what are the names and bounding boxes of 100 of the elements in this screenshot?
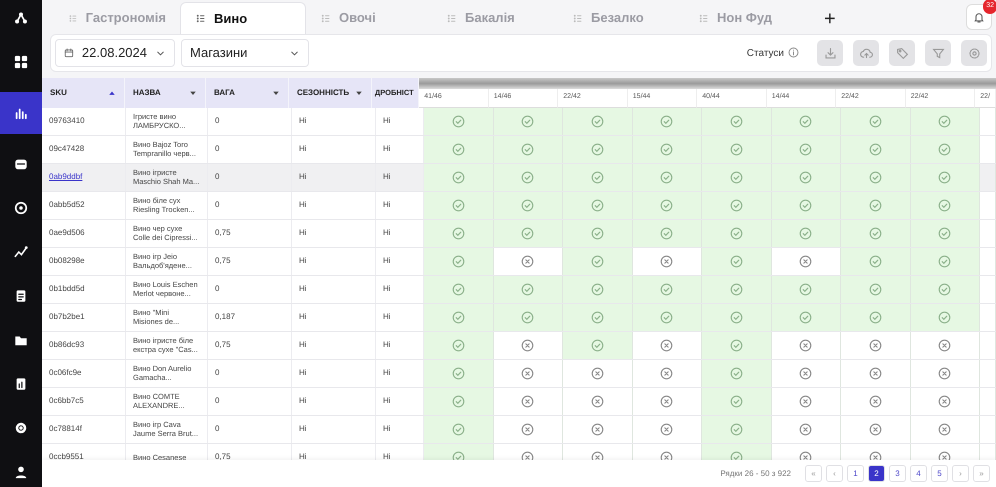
column-header[interactable]: НАЗВА <box>124 78 206 108</box>
check-circle-icon <box>799 198 812 212</box>
grip-icon <box>195 13 206 24</box>
page-button[interactable]: 4 <box>910 465 927 482</box>
check-circle-icon <box>521 310 534 324</box>
check-circle-icon <box>452 394 465 408</box>
table-cell: 0 <box>215 144 220 154</box>
column-header[interactable]: ВАГА <box>206 78 289 108</box>
grip-icon <box>68 12 78 24</box>
table-cell: 0 <box>215 368 220 378</box>
check-circle-icon <box>521 114 534 128</box>
stores-dropdown[interactable]: Магазини <box>181 39 309 67</box>
user-icon <box>14 465 28 479</box>
check-circle-icon <box>452 282 465 296</box>
cross-circle-icon <box>521 338 534 352</box>
document-icon <box>14 289 28 303</box>
check-circle-icon <box>730 198 743 212</box>
table-cell: 0 <box>215 200 220 210</box>
column-header[interactable]: SKU <box>42 78 125 108</box>
table-cell: Ні <box>299 144 307 154</box>
table-cell: Ні <box>383 340 391 350</box>
tag-button[interactable] <box>889 40 915 66</box>
add-tab-button[interactable]: + <box>814 4 846 34</box>
cross-circle-icon <box>660 394 674 408</box>
settings-icon <box>968 46 980 60</box>
cross-circle-icon <box>660 422 674 436</box>
settings-button[interactable] <box>961 40 987 66</box>
table-cell: 0 <box>215 424 220 434</box>
table-cell: 0,75 <box>215 452 231 460</box>
cross-circle-icon <box>938 366 952 380</box>
check-circle-icon <box>590 226 604 240</box>
check-circle-icon <box>730 254 743 268</box>
cross-circle-icon <box>521 254 534 268</box>
table-cell: 0 <box>215 396 220 406</box>
check-circle-icon <box>660 198 674 212</box>
filter-button[interactable] <box>925 40 951 66</box>
check-circle-icon <box>799 170 812 184</box>
check-circle-icon <box>868 282 882 296</box>
tag-icon <box>896 46 908 60</box>
table-cell: Ні <box>383 256 391 266</box>
table-cell: Ні <box>299 340 307 350</box>
sidebar-item[interactable] <box>0 92 42 134</box>
info-icon <box>788 47 799 58</box>
rows-summary: Рядки 26 - 50 з 922 <box>720 468 791 480</box>
column-header[interactable]: СЕЗОННІСТЬ <box>288 78 372 108</box>
caret-icon <box>272 88 280 97</box>
check-circle-icon <box>590 282 604 296</box>
check-circle-icon <box>590 198 604 212</box>
settings-icon <box>14 421 28 435</box>
check-circle-icon <box>521 226 534 240</box>
check-circle-icon <box>660 114 674 128</box>
cross-circle-icon <box>799 422 812 436</box>
check-circle-icon <box>799 114 812 128</box>
table-cell: Ні <box>299 424 307 434</box>
table-cell: 0b1bdd5d <box>49 284 85 294</box>
table-cell: 0ccb9551 <box>49 452 84 460</box>
page-button[interactable]: 1 <box>847 465 864 482</box>
report-icon <box>14 377 28 391</box>
table-cell: Ні <box>299 172 307 182</box>
upload-button[interactable] <box>853 40 879 66</box>
table-cell: Ні <box>383 228 391 238</box>
check-circle-icon <box>938 198 952 212</box>
page-button[interactable]: 3 <box>889 465 906 482</box>
table-cell: Ні <box>383 396 391 406</box>
cross-circle-icon <box>938 422 952 436</box>
cross-circle-icon <box>799 254 812 268</box>
check-circle-icon <box>938 114 952 128</box>
table-cell: Ні <box>299 312 307 322</box>
tab[interactable]: Вино <box>180 2 306 34</box>
table-cell: 09763410 <box>49 116 85 126</box>
check-circle-icon <box>730 114 743 128</box>
check-circle-icon <box>868 198 882 212</box>
check-circle-icon <box>799 282 812 296</box>
table-cell: 0c6bb7c5 <box>49 396 84 406</box>
check-circle-icon <box>452 366 465 380</box>
cross-circle-icon <box>868 394 882 408</box>
table-cell: 0c78814f <box>49 424 82 434</box>
page-button[interactable]: 5 <box>931 465 948 482</box>
page-button[interactable]: 2 <box>868 465 885 482</box>
cross-circle-icon <box>799 394 812 408</box>
table-cell: Ні <box>383 312 391 322</box>
check-circle-icon <box>868 226 882 240</box>
check-circle-icon <box>799 142 812 156</box>
table-cell: Ні <box>299 452 307 460</box>
sku-link[interactable]: 0ab9ddbf <box>49 172 82 182</box>
caret-icon <box>188 88 197 97</box>
cross-circle-icon <box>590 422 604 436</box>
table-cell: 0c06fc9e <box>49 368 82 378</box>
date-picker[interactable]: 22.08.2024 <box>55 39 175 67</box>
table-cell: Ні <box>299 200 307 210</box>
check-circle-icon <box>799 310 812 324</box>
table-cell: Ні <box>299 116 307 126</box>
check-circle-icon <box>452 226 465 240</box>
trend-icon <box>14 245 28 259</box>
check-circle-icon <box>938 226 952 240</box>
bell-icon <box>973 10 985 24</box>
sort-ascending-icon <box>108 88 116 97</box>
download-button[interactable] <box>817 40 843 66</box>
check-circle-icon <box>868 114 882 128</box>
check-circle-icon <box>660 142 674 156</box>
